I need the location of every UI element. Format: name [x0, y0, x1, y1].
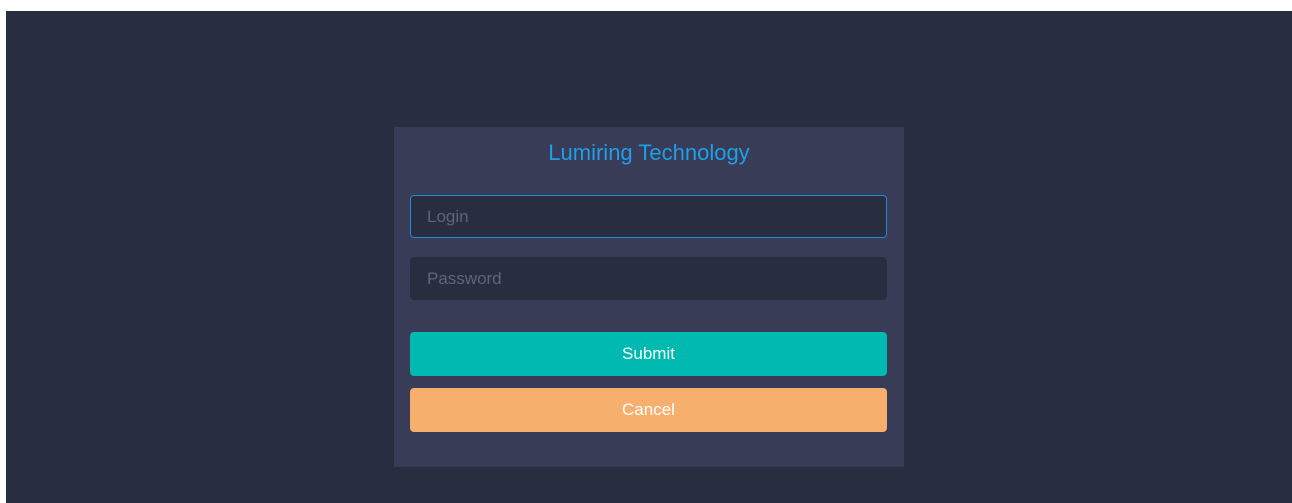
login-input[interactable] — [410, 195, 887, 238]
app-background: Lumiring Technology Submit Cancel — [6, 11, 1292, 503]
cancel-button[interactable]: Cancel — [410, 388, 887, 432]
submit-button[interactable]: Submit — [410, 332, 887, 376]
brand-title: Lumiring Technology — [548, 140, 750, 165]
login-panel: Lumiring Technology Submit Cancel — [394, 127, 904, 467]
password-input[interactable] — [410, 257, 887, 300]
